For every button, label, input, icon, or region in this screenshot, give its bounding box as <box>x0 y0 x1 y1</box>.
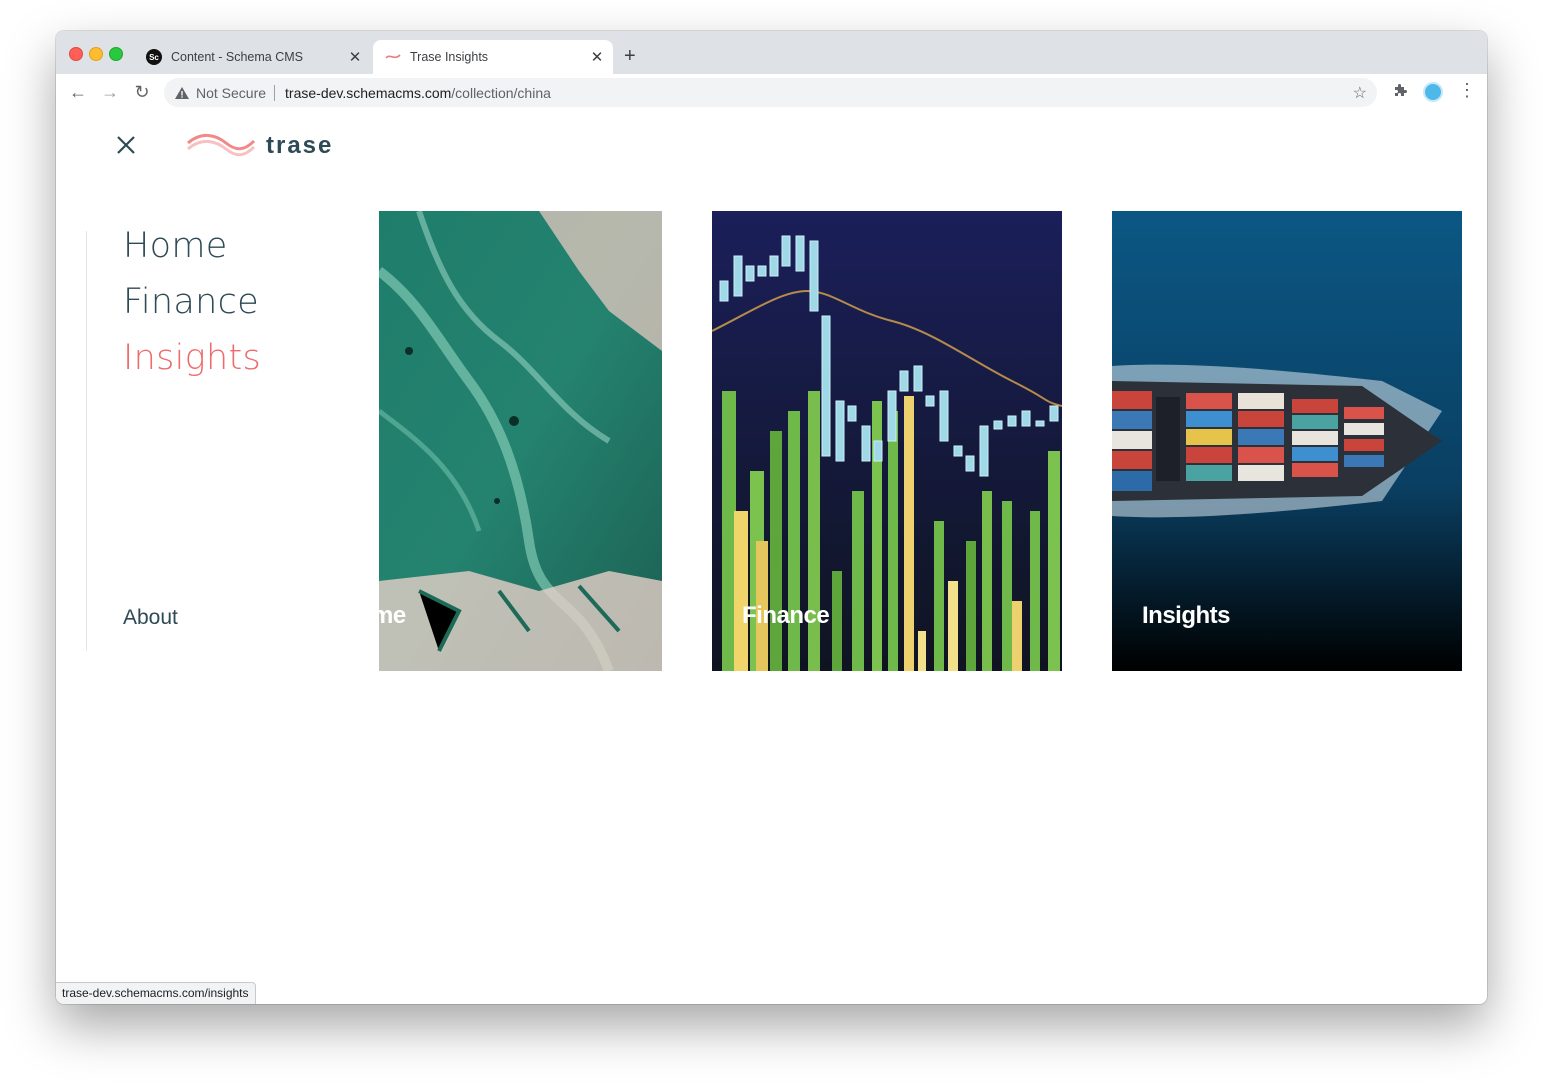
tab-close-icon[interactable]: ✕ <box>345 48 365 66</box>
nav-divider <box>86 231 87 651</box>
trase-wave-icon <box>187 134 256 157</box>
card-label: Insights <box>1142 602 1231 629</box>
address-separator <box>274 84 276 101</box>
maximize-window-button[interactable] <box>109 47 123 61</box>
aerial-forest-image <box>379 211 662 671</box>
card-label: Finance <box>742 602 830 629</box>
nav-item-finance[interactable]: Finance <box>123 282 259 322</box>
trase-logo[interactable]: trase <box>186 129 346 163</box>
security-label: Not Secure <box>196 84 267 101</box>
card-finance[interactable]: Finance <box>712 211 1062 671</box>
reload-icon[interactable]: ↻ <box>131 82 153 102</box>
profile-avatar[interactable] <box>1423 82 1443 102</box>
page-content: trase Home Finance Insights About me Fin… <box>56 111 1487 1004</box>
status-bar-url: trase-dev.schemacms.com/insights <box>56 982 256 1004</box>
close-menu-icon[interactable] <box>114 133 138 157</box>
nav-item-insights[interactable]: Insights <box>123 338 261 378</box>
tab-content-schema-cms[interactable]: Sc Content - Schema CMS ✕ <box>134 40 371 74</box>
extensions-puzzle-icon[interactable] <box>1392 82 1408 103</box>
card-home[interactable]: Home <box>379 211 662 671</box>
schema-cms-favicon-icon: Sc <box>146 49 162 65</box>
browser-menu-icon[interactable]: ⋮ <box>1458 80 1476 101</box>
close-window-button[interactable] <box>69 47 83 61</box>
bookmark-star-icon[interactable]: ☆ <box>1353 83 1367 103</box>
address-bar[interactable]: Not Secure trase-dev.schemacms.com/colle… <box>164 78 1377 107</box>
tab-close-icon[interactable]: ✕ <box>587 48 607 66</box>
card-label: Home <box>379 602 406 629</box>
tab-strip: Sc Content - Schema CMS ✕ Trase Insights… <box>56 31 1487 74</box>
tab-title: Content - Schema CMS <box>171 50 303 64</box>
card-insights[interactable]: Insights <box>1112 211 1462 671</box>
tab-trase-insights[interactable]: Trase Insights ✕ <box>373 40 613 74</box>
forward-arrow-icon[interactable]: → <box>99 82 121 102</box>
logo-text: trase <box>266 132 334 159</box>
browser-toolbar: ← → ↻ Not Secure trase-dev.schemacms.com… <box>56 74 1487 112</box>
url-path: /collection/china <box>451 84 551 101</box>
minimize-window-button[interactable] <box>89 47 103 61</box>
browser-window: Sc Content - Schema CMS ✕ Trase Insights… <box>56 31 1487 1004</box>
new-tab-button[interactable]: + <box>624 45 636 68</box>
tab-title: Trase Insights <box>410 50 489 64</box>
nav-item-about[interactable]: About <box>123 606 178 630</box>
nav-item-home[interactable]: Home <box>123 226 228 266</box>
back-arrow-icon[interactable]: ← <box>67 82 89 102</box>
url-host: trase-dev.schemacms.com <box>285 84 452 101</box>
warning-triangle-icon[interactable] <box>174 85 190 101</box>
trase-favicon-icon <box>385 49 401 65</box>
